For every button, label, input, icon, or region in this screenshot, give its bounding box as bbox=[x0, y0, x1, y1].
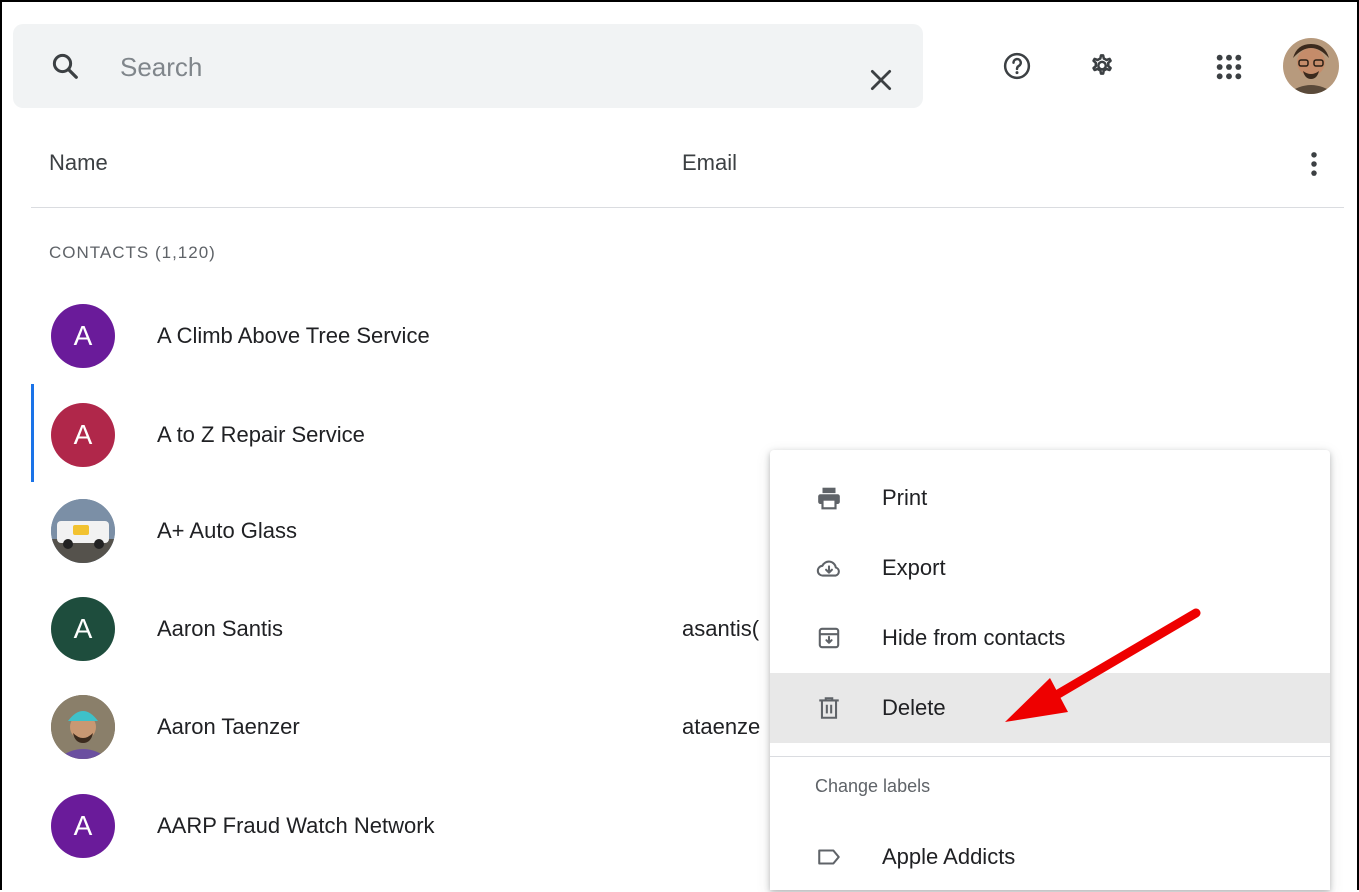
trash-icon bbox=[819, 697, 839, 719]
search-input[interactable] bbox=[118, 42, 812, 92]
contact-name: A to Z Repair Service bbox=[157, 422, 365, 447]
contact-name: A+ Auto Glass bbox=[157, 518, 298, 543]
menu-item-print[interactable]: Print bbox=[770, 463, 1330, 533]
menu-subheader: Change labels bbox=[815, 776, 931, 796]
contact-name: Aaron Santis bbox=[157, 616, 283, 641]
contact-name: AARP Fraud Watch Network bbox=[157, 813, 435, 838]
contact-avatar[interactable]: A bbox=[51, 794, 115, 858]
contact-avatar-photo[interactable] bbox=[51, 695, 115, 759]
menu-item-label: Hide from contacts bbox=[882, 625, 1066, 650]
menu-item-label: Export bbox=[882, 555, 946, 580]
menu-item-delete[interactable]: Delete bbox=[770, 673, 1330, 743]
contact-name: A Climb Above Tree Service bbox=[157, 323, 430, 348]
help-icon[interactable] bbox=[1002, 51, 1032, 81]
search-bar[interactable] bbox=[13, 24, 923, 108]
search-icon[interactable] bbox=[50, 51, 80, 81]
contact-avatar[interactable]: A bbox=[51, 403, 115, 467]
label-icon bbox=[818, 849, 840, 865]
menu-divider bbox=[770, 756, 1330, 757]
cloud-download-icon bbox=[816, 560, 840, 577]
contact-email: asantis( bbox=[682, 616, 760, 641]
header-divider bbox=[31, 207, 1344, 208]
context-menu: Print Export Hide from contacts Delete C… bbox=[770, 450, 1330, 890]
contact-avatar-photo[interactable] bbox=[51, 499, 115, 563]
menu-item-hide[interactable]: Hide from contacts bbox=[770, 603, 1330, 673]
menu-item-label-apple-addicts[interactable]: Apple Addicts bbox=[770, 822, 1330, 892]
gear-icon[interactable] bbox=[1085, 50, 1117, 82]
apps-grid-icon[interactable] bbox=[1213, 51, 1245, 83]
contact-avatar[interactable]: A bbox=[51, 304, 115, 368]
section-label: CONTACTS (1,120) bbox=[49, 243, 216, 262]
contact-email: ataenze bbox=[682, 714, 761, 739]
contact-avatar[interactable]: A bbox=[51, 597, 115, 661]
more-vert-icon[interactable] bbox=[1300, 148, 1328, 180]
column-header-name[interactable]: Name bbox=[49, 150, 108, 176]
printer-icon bbox=[818, 487, 840, 510]
archive-icon bbox=[818, 627, 840, 649]
contact-name: Aaron Taenzer bbox=[157, 714, 300, 739]
menu-item-label: Apple Addicts bbox=[882, 844, 1016, 869]
column-header-email[interactable]: Email bbox=[682, 150, 737, 176]
menu-item-label: Print bbox=[882, 485, 928, 510]
close-icon[interactable] bbox=[868, 67, 894, 93]
account-avatar[interactable] bbox=[1283, 38, 1339, 94]
menu-item-label: Delete bbox=[882, 695, 946, 720]
contact-row[interactable]: A A Climb Above Tree Service bbox=[0, 287, 1359, 383]
menu-item-export[interactable]: Export bbox=[770, 533, 1330, 603]
